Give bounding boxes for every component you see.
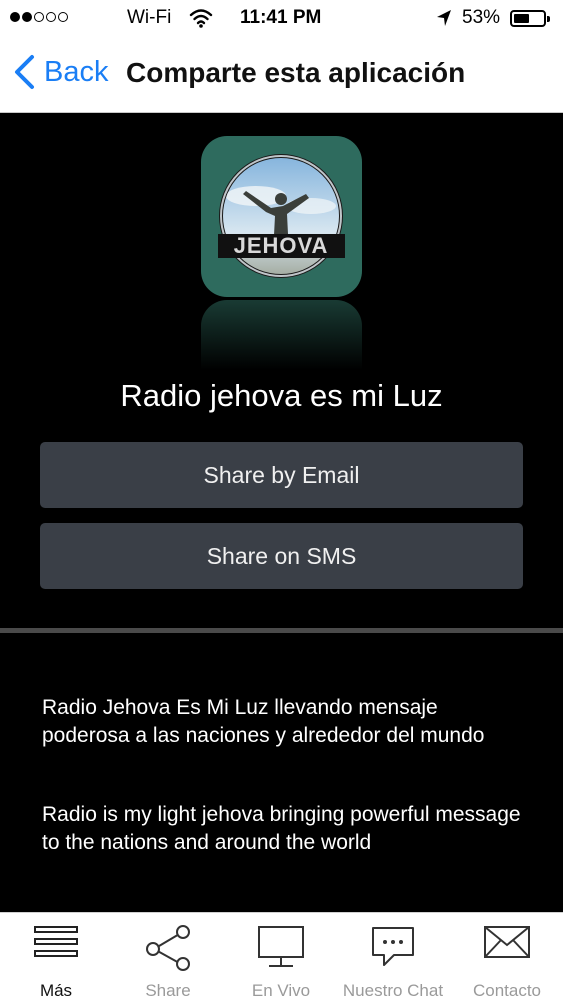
location-arrow-icon: [436, 9, 452, 33]
tab-label: Contacto: [472, 981, 542, 1000]
status-bar: Wi-Fi 11:41 PM 53%: [0, 0, 563, 36]
back-button[interactable]: Back: [12, 54, 108, 90]
tab-label: En Vivo: [251, 981, 311, 1000]
chevron-left-icon: [15, 55, 34, 89]
tab-label: Nuestro Chat: [342, 981, 444, 1000]
app-name: Radio jehova es mi Luz: [120, 378, 443, 413]
signal-strength-icon: [10, 12, 68, 22]
description-english: Radio is my light jehova bringing powerf…: [42, 803, 521, 854]
tab-label: Más: [39, 981, 73, 1000]
tab-bar: Más Share En Vivo Nuestro Chat Contacto: [0, 912, 563, 1001]
mail-icon: [483, 925, 531, 964]
chat-icon: [370, 925, 416, 974]
share-icon: [143, 925, 193, 976]
monitor-icon: [257, 925, 305, 974]
description-spanish: Radio Jehova Es Mi Luz llevando mensaje …: [42, 696, 485, 747]
carrier-label: Wi-Fi: [127, 7, 172, 28]
navigation-bar: Back Comparte esta aplicación: [0, 36, 563, 113]
share-on-sms-button[interactable]: Share on SMS: [40, 523, 523, 589]
status-time: 11:41 PM: [240, 7, 322, 28]
app-icon: JEHOVA: [201, 136, 362, 297]
tab-contacto[interactable]: Contacto: [451, 913, 563, 1001]
tab-nuestro-chat[interactable]: Nuestro Chat: [337, 913, 449, 1001]
page-title: Comparte esta aplicación: [126, 57, 466, 88]
app-icon-logo-text: JEHOVA: [234, 233, 329, 258]
menu-icon: [34, 925, 78, 964]
battery-percent: 53%: [462, 7, 501, 28]
tab-share[interactable]: Share: [112, 913, 224, 1001]
battery-icon: [510, 10, 550, 27]
app-icon-reflection: [201, 300, 362, 370]
back-label: Back: [44, 55, 109, 88]
tab-label: Share: [145, 981, 191, 1000]
tab-en-vivo[interactable]: En Vivo: [225, 913, 337, 1001]
tab-mas[interactable]: Más: [0, 913, 112, 1001]
divider: [0, 628, 563, 633]
wifi-icon: [189, 8, 213, 34]
share-by-email-button[interactable]: Share by Email: [40, 442, 523, 508]
